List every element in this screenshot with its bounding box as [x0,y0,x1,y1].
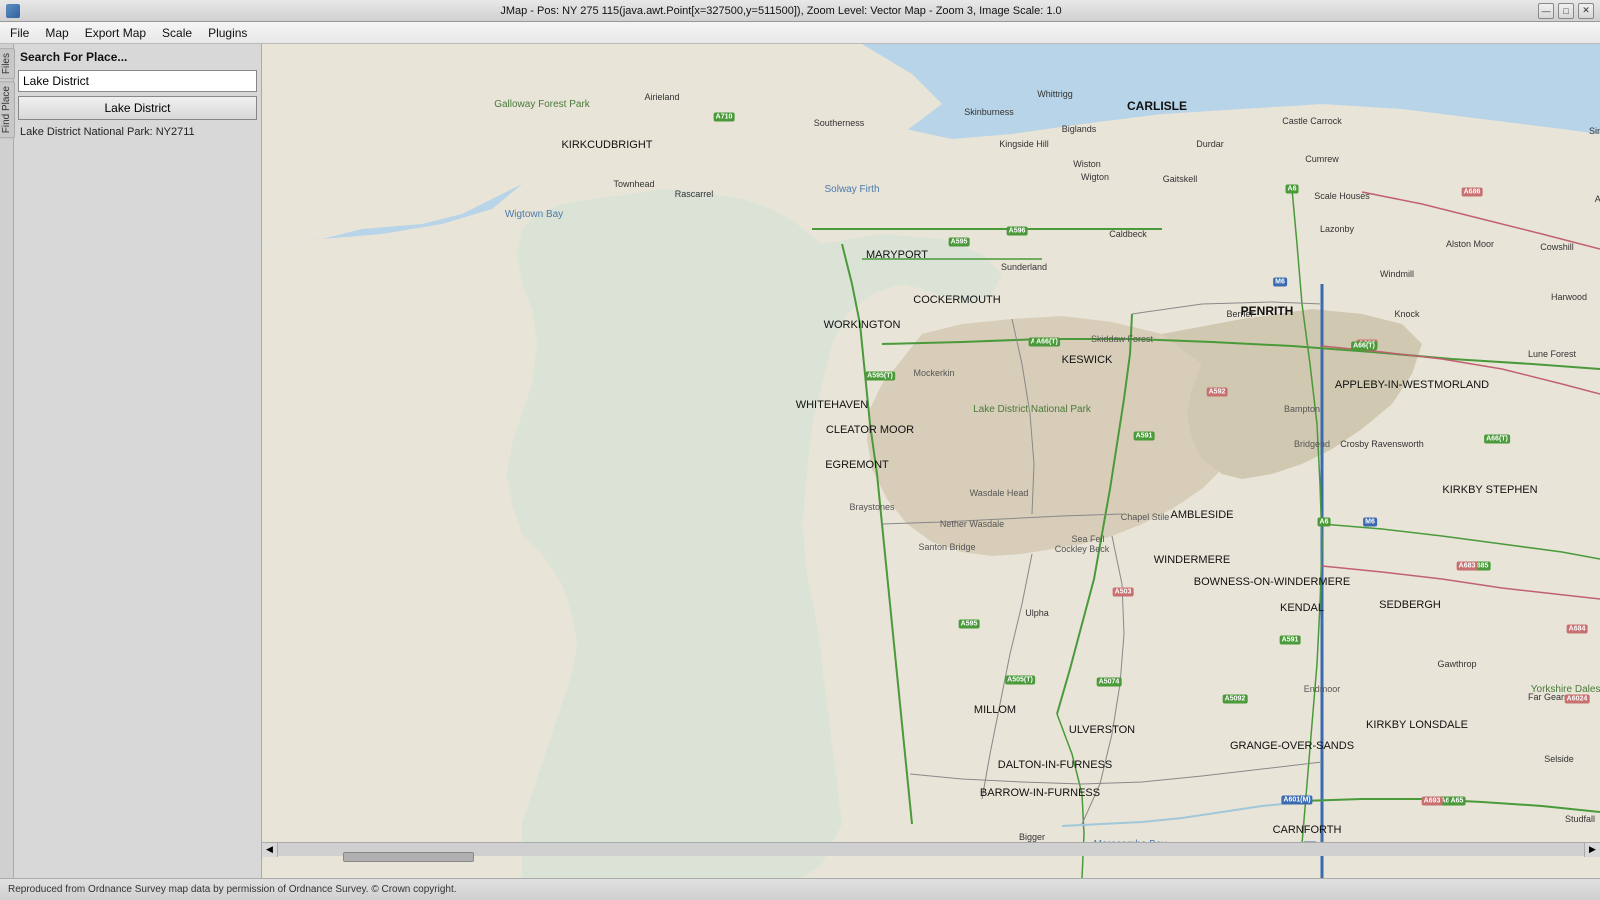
sidebar-tab-find-place[interactable]: Find Place [0,81,15,138]
menu-export-map[interactable]: Export Map [77,24,154,42]
search-input[interactable] [18,70,257,92]
maximize-button[interactable]: □ [1558,3,1574,19]
left-panel: Search For Place... Lake District Lake D… [14,44,262,878]
search-result: Lake District National Park: NY2711 [18,124,257,140]
sidebar-tab-files[interactable]: Files [0,48,15,79]
title-text: JMap - Pos: NY 275 115(java.awt.Point[x=… [500,5,1061,17]
window-controls: — □ ✕ [1538,3,1594,19]
menu-map[interactable]: Map [37,24,76,42]
scroll-thumb[interactable] [343,852,474,862]
app-icon [6,4,20,18]
close-button[interactable]: ✕ [1578,3,1594,19]
statusbar: Reproduced from Ordnance Survey map data… [0,878,1600,900]
scroll-right-button[interactable]: ▶ [1584,843,1600,857]
titlebar: JMap - Pos: NY 275 115(java.awt.Point[x=… [0,0,1600,22]
main-area: Files Find Place Search For Place... Lak… [0,44,1600,878]
menu-plugins[interactable]: Plugins [200,24,255,42]
minimize-button[interactable]: — [1538,3,1554,19]
horizontal-scrollbar: ◀ ▶ [262,842,1600,856]
map-area[interactable]: CARLISLEPENRITHKESWICKWORKINGTONCOCKERMO… [262,44,1600,878]
menu-scale[interactable]: Scale [154,24,200,42]
search-button[interactable]: Lake District [18,96,257,120]
search-label: Search For Place... [18,48,257,66]
menu-file[interactable]: File [2,24,37,42]
menubar: File Map Export Map Scale Plugins [0,22,1600,44]
scroll-left-button[interactable]: ◀ [262,843,278,857]
sidebar-tabs: Files Find Place [0,44,14,878]
status-text: Reproduced from Ordnance Survey map data… [8,884,457,895]
